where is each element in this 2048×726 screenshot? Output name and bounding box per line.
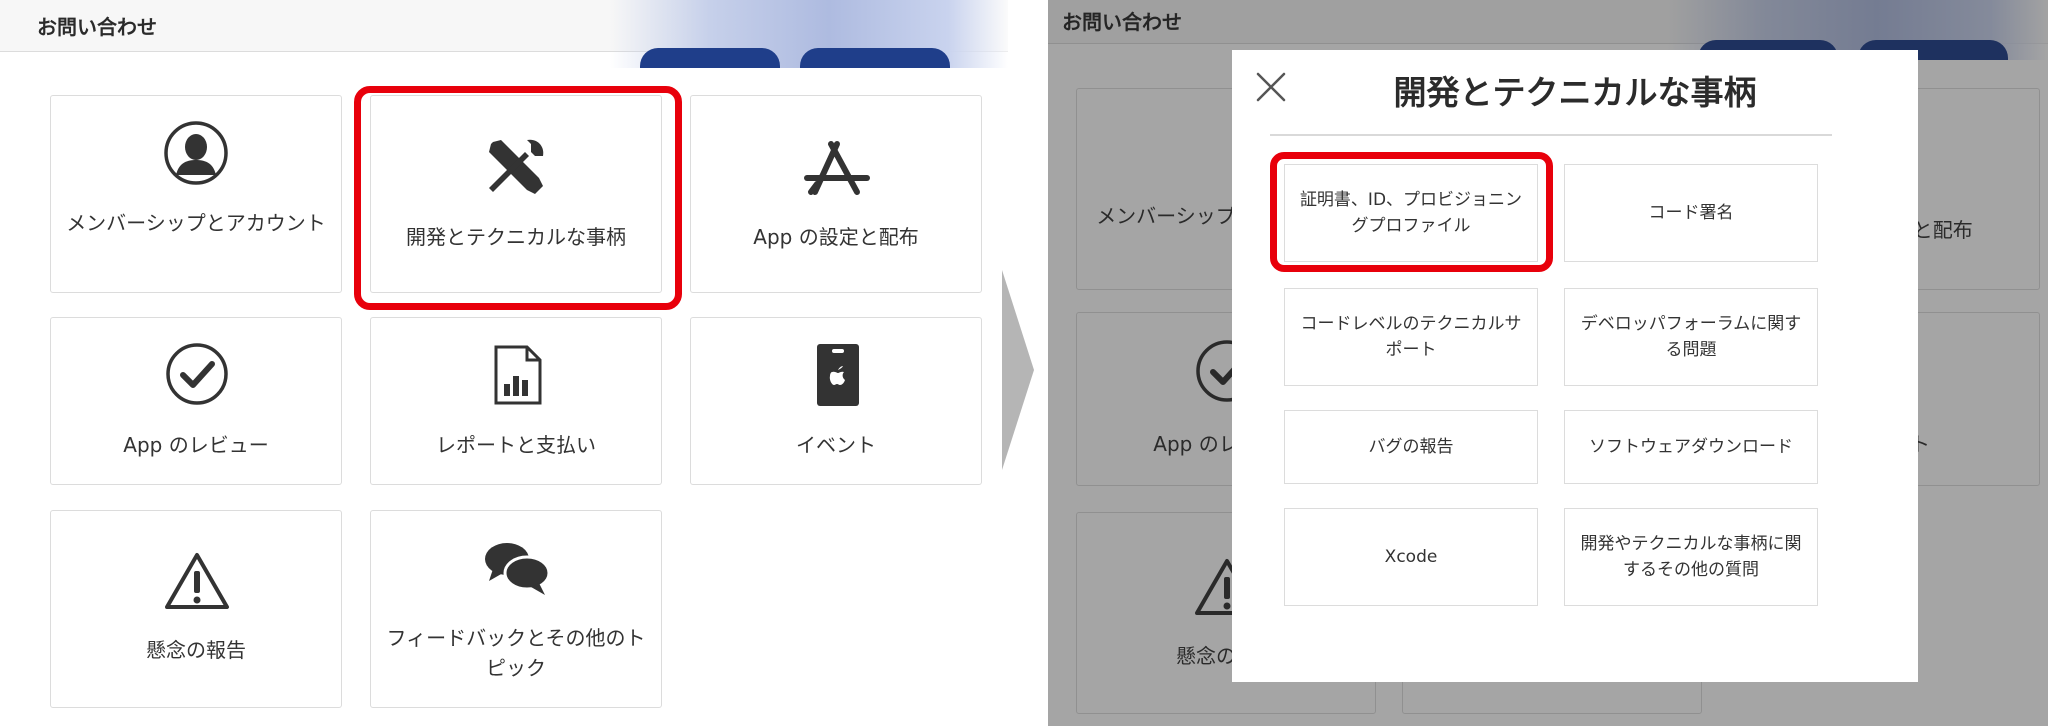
option-software-download[interactable]: ソフトウェアダウンロード <box>1564 410 1818 484</box>
transition-arrow-icon <box>1000 270 1036 470</box>
highlight-frame <box>354 86 682 310</box>
card-label: フィードバックとその他のトピック <box>386 626 646 680</box>
card-membership[interactable]: メンバーシップとアカウント <box>50 95 342 293</box>
event-badge-icon <box>815 342 861 408</box>
option-code-signing[interactable]: コード署名 <box>1564 164 1818 262</box>
card-label: 懸念の報告 <box>146 638 246 662</box>
card-events[interactable]: イベント <box>690 317 982 485</box>
card-app-review[interactable]: App のレビュー <box>50 317 342 485</box>
highlight-frame <box>1270 152 1553 272</box>
card-label: イベント <box>796 433 876 457</box>
checkmark-icon <box>165 342 229 406</box>
contact-page: お問い合わせ メンバーシップとアカウント 開発とテクニカルな事柄 App の設定… <box>0 0 1008 726</box>
app-store-icon <box>803 138 871 200</box>
card-app-distribution[interactable]: App の設定と配布 <box>690 95 982 293</box>
card-label: App のレビュー <box>123 433 269 457</box>
card-report-concern[interactable]: 懸念の報告 <box>50 510 342 708</box>
option-code-level-support[interactable]: コードレベルのテクニカルサポート <box>1284 288 1538 386</box>
divider <box>1270 134 1832 136</box>
card-feedback[interactable]: フィードバックとその他のトピック <box>370 510 662 708</box>
report-icon <box>493 344 543 406</box>
card-label: App の設定と配布 <box>753 225 919 249</box>
modal-view: お問い合わせ メンバーシップとアカウント App の設定と配布 App のレビュ… <box>1048 0 2048 726</box>
speech-bubbles-icon <box>483 539 551 597</box>
card-label: レポートと支払い <box>436 433 596 457</box>
card-reports-payments[interactable]: レポートと支払い <box>370 317 662 485</box>
modal-dialog: 開発とテクニカルな事柄 証明書、ID、プロビジョニングプロファイル コード署名 … <box>1232 50 1918 682</box>
card-label: メンバーシップとアカウント <box>66 211 326 235</box>
modal-title: 開発とテクニカルな事柄 <box>1393 73 1757 112</box>
option-bug-report[interactable]: バグの報告 <box>1284 410 1538 484</box>
option-developer-forums[interactable]: デベロッパフォーラムに関する問題 <box>1564 288 1818 386</box>
header-bar: お問い合わせ <box>0 0 1008 68</box>
option-other-questions[interactable]: 開発やテクニカルな事柄に関するその他の質問 <box>1564 508 1818 606</box>
option-xcode[interactable]: Xcode <box>1284 508 1538 606</box>
person-icon <box>163 120 229 186</box>
warning-icon <box>163 551 231 611</box>
header-photo <box>610 0 1008 68</box>
page-title: お問い合わせ <box>37 15 157 39</box>
